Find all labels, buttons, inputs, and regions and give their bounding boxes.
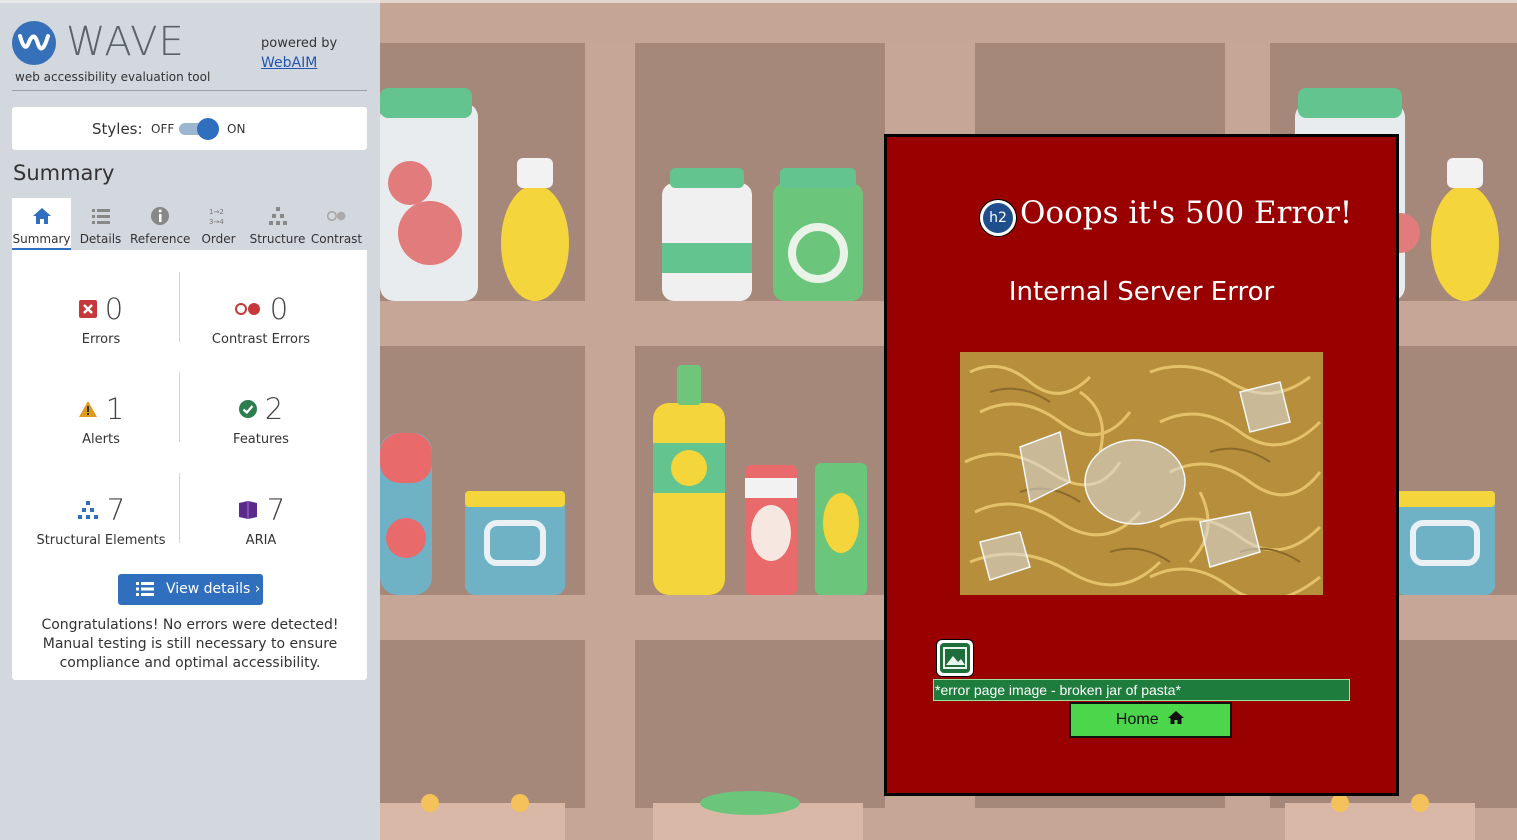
congrats-message: Congratulations! No errors were detected… bbox=[41, 617, 339, 671]
tab-label: Structure bbox=[249, 232, 306, 246]
divider bbox=[179, 473, 180, 543]
stat-structural[interactable]: 7 Structural Elements bbox=[21, 493, 181, 548]
divider bbox=[179, 372, 180, 442]
svg-text:1→2: 1→2 bbox=[209, 208, 224, 216]
h2-badge-label: h2 bbox=[983, 203, 1013, 233]
wave-tagline: web accessibility evaluation tool bbox=[15, 70, 211, 84]
structural-label: Structural Elements bbox=[36, 533, 166, 548]
tab-label: Order bbox=[201, 232, 236, 246]
wave-logo-icon bbox=[12, 21, 56, 65]
list-icon bbox=[91, 209, 110, 224]
aria-label: ARIA bbox=[245, 533, 277, 548]
wave-header: WAVE web accessibility evaluation tool p… bbox=[12, 17, 367, 91]
tab-label: Reference bbox=[130, 232, 191, 246]
structure-icon bbox=[268, 207, 287, 225]
broken-pasta-jar-image bbox=[960, 352, 1323, 595]
order-icon: 1→23→4 bbox=[209, 208, 224, 226]
view-details-button[interactable]: View details › bbox=[118, 574, 263, 605]
h2-badge-icon[interactable]: h2 bbox=[979, 199, 1017, 237]
summary-panel: 0 Errors 0 Contrast Errors 1 Alerts 2 Fe… bbox=[12, 250, 367, 680]
error-title: Ooops it's 500 Error! bbox=[1020, 195, 1353, 231]
aria-icon bbox=[238, 501, 257, 519]
wave-sidebar: WAVE web accessibility evaluation tool p… bbox=[0, 0, 380, 840]
image-icon[interactable] bbox=[936, 639, 974, 677]
stat-alerts[interactable]: 1 Alerts bbox=[21, 392, 181, 447]
tab-order[interactable]: 1→2 3→4 Order bbox=[189, 198, 248, 250]
contrast-error-icon bbox=[234, 303, 260, 315]
error-card: h2 Ooops it's 500 Error! Internal Server… bbox=[884, 134, 1399, 796]
contrast-icon bbox=[326, 210, 345, 222]
tab-contrast[interactable]: Contrast bbox=[307, 198, 366, 250]
errors-label: Errors bbox=[81, 332, 121, 347]
tab-summary[interactable]: Summary bbox=[12, 198, 71, 250]
styles-off-label: OFF bbox=[151, 122, 175, 136]
tab-details[interactable]: Details bbox=[71, 198, 130, 250]
styles-label: Styles: bbox=[92, 120, 143, 138]
contrast-errors-count: 0 bbox=[269, 292, 289, 326]
view-details-label: View details › bbox=[166, 581, 261, 597]
wave-title: WAVE bbox=[66, 19, 185, 65]
list-icon bbox=[136, 582, 154, 596]
home-button[interactable]: Home bbox=[1069, 702, 1232, 738]
pasta-image-illustration bbox=[960, 352, 1323, 595]
tab-structure[interactable]: Structure bbox=[248, 198, 307, 250]
feature-check-icon bbox=[238, 400, 257, 418]
stat-features[interactable]: 2 Features bbox=[181, 392, 341, 447]
aria-count: 7 bbox=[266, 493, 286, 527]
styles-on-label: ON bbox=[227, 122, 246, 136]
tab-reference[interactable]: Reference bbox=[130, 198, 191, 250]
features-label: Features bbox=[233, 432, 289, 447]
alerts-label: Alerts bbox=[82, 432, 120, 447]
home-icon bbox=[32, 208, 51, 224]
alerts-count: 1 bbox=[105, 392, 125, 426]
error-subtitle: Internal Server Error bbox=[1008, 277, 1275, 307]
home-button-label: Home bbox=[1115, 711, 1159, 728]
image-badge-inner bbox=[940, 643, 970, 673]
structural-count: 7 bbox=[106, 493, 126, 527]
svg-text:3→4: 3→4 bbox=[209, 218, 224, 226]
stat-aria[interactable]: 7 ARIA bbox=[181, 493, 341, 548]
toggle-knob[interactable] bbox=[197, 118, 219, 140]
features-count: 2 bbox=[264, 392, 284, 426]
info-icon bbox=[150, 207, 169, 225]
summary-heading: Summary bbox=[13, 161, 115, 185]
tab-label: Contrast bbox=[310, 232, 363, 246]
divider bbox=[179, 272, 180, 342]
image-icon bbox=[943, 647, 967, 669]
styles-toggle-switch[interactable] bbox=[179, 118, 219, 140]
errors-count: 0 bbox=[104, 292, 124, 326]
contrast-errors-label: Contrast Errors bbox=[211, 332, 311, 347]
alert-icon bbox=[78, 401, 97, 417]
webaim-link[interactable]: WebAIM bbox=[261, 55, 317, 71]
stat-errors[interactable]: 0 Errors bbox=[21, 292, 181, 347]
stat-contrast-errors[interactable]: 0 Contrast Errors bbox=[181, 292, 341, 347]
tab-label: Details bbox=[79, 232, 122, 246]
structure-icon bbox=[77, 501, 98, 519]
home-icon bbox=[1168, 711, 1185, 724]
tab-label: Summary bbox=[12, 232, 71, 246]
styles-toggle-box: Styles: OFF ON bbox=[12, 107, 367, 150]
error-icon bbox=[78, 300, 97, 318]
image-alt-text: *error page image - broken jar of pasta* bbox=[933, 679, 1350, 701]
powered-by-text: powered by bbox=[261, 36, 338, 51]
wave-tabs: Summary Details Reference 1→2 3→4 Order S… bbox=[12, 198, 367, 250]
